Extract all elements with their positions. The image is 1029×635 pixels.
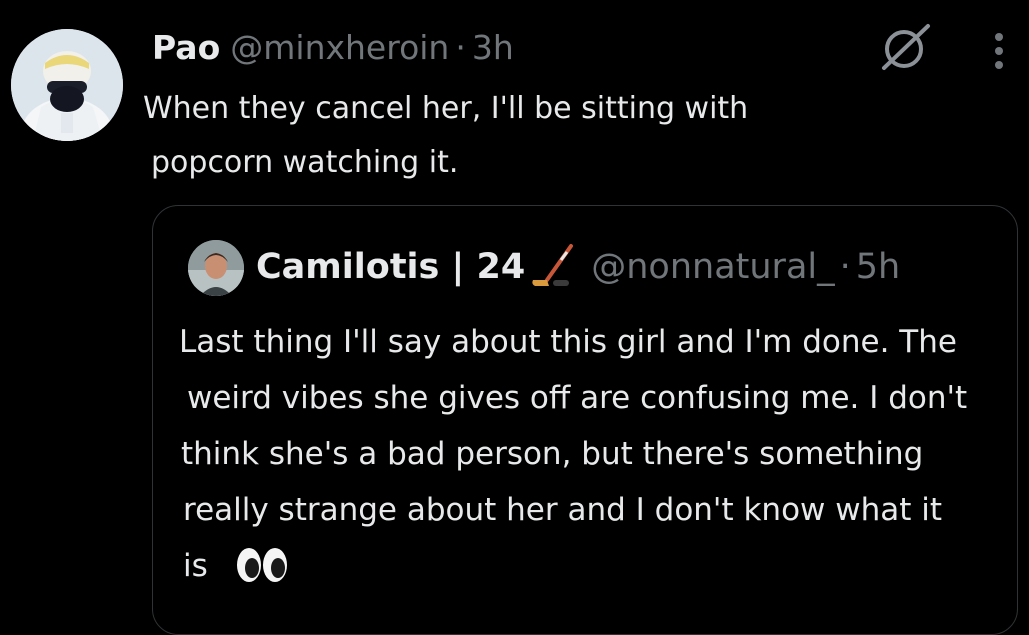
tweet-text-line: popcorn watching it. <box>151 145 459 180</box>
tweet-text-line: When they cancel her, I'll be sitting wi… <box>143 91 749 126</box>
separator-dot: · <box>455 27 466 67</box>
quote-text-line: think she's a bad person, but there's so… <box>181 436 924 472</box>
quote-text-line: really strange about her and I don't kno… <box>183 492 943 528</box>
quote-display-name[interactable]: Camilotis | 24 <box>256 247 525 287</box>
quote-text: Last thing I'll say about this girl and … <box>179 314 1009 594</box>
timestamp[interactable]: 3h <box>472 28 514 67</box>
avatar[interactable] <box>11 29 123 141</box>
quoted-tweet-card[interactable]: Camilotis | 24 @nonnatural_ · 5h Last th… <box>152 205 1018 635</box>
profile-photo <box>11 29 123 141</box>
grok-icon[interactable] <box>878 22 934 72</box>
quote-profile-photo <box>188 240 244 296</box>
quote-timestamp[interactable]: 5h <box>856 247 900 287</box>
quote-text-line: Last thing I'll say about this girl and … <box>179 324 957 360</box>
user-handle[interactable]: @minxheroin <box>230 28 449 67</box>
separator-dot: · <box>839 247 851 287</box>
more-vertical-icon[interactable] <box>986 30 1012 72</box>
tweet-header: Pao @minxheroin · 3h <box>152 26 514 68</box>
quote-text-last-line: is <box>179 538 1009 594</box>
quote-header: Camilotis | 24 @nonnatural_ · 5h <box>256 244 900 290</box>
tweet-text: When they cancel her, I'll be sitting wi… <box>143 82 843 190</box>
hockey-stick-emoji-icon <box>527 242 577 292</box>
quote-text-line: is <box>183 548 208 584</box>
eyes-emoji-icon <box>236 546 288 584</box>
display-name[interactable]: Pao <box>152 28 220 67</box>
quote-user-handle[interactable]: @nonnatural_ <box>591 247 834 287</box>
quote-avatar[interactable] <box>188 240 244 296</box>
quote-text-line: weird vibes she gives off are confusing … <box>187 380 968 416</box>
